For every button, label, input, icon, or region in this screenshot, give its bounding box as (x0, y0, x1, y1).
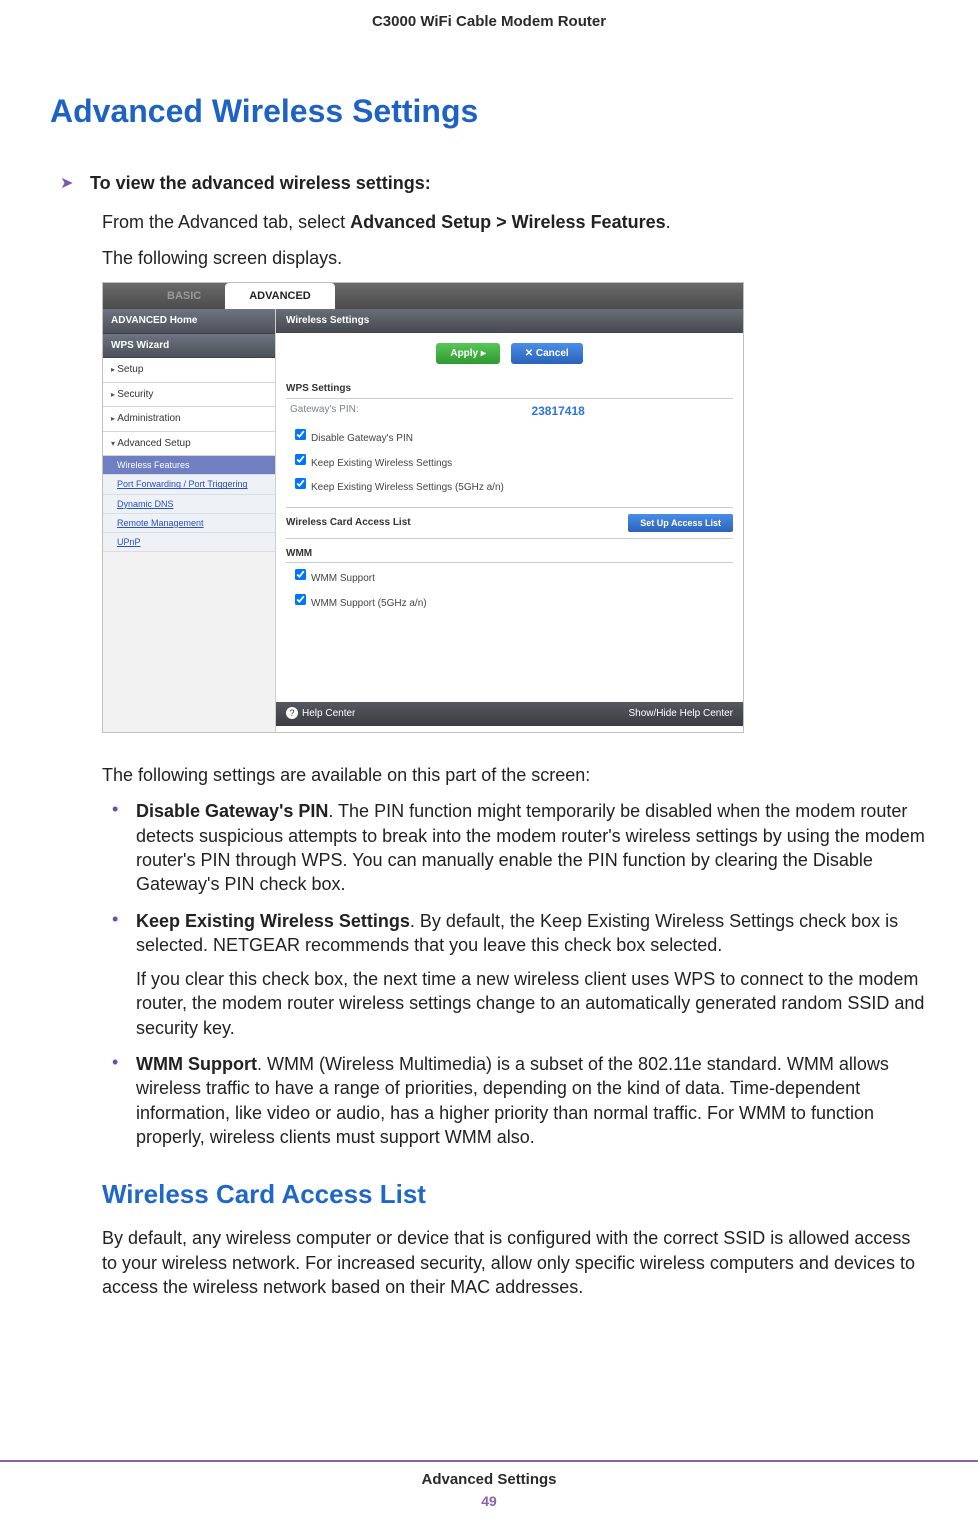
sidebar-sub-upnp[interactable]: UPnP (103, 533, 275, 552)
cancel-button[interactable]: ✕ Cancel (511, 343, 583, 365)
step-prefix: From the Advanced tab, select (102, 212, 350, 232)
sidebar-wps-wizard[interactable]: WPS Wizard (103, 334, 275, 359)
gateway-pin-label: Gateway's PIN: (290, 403, 531, 419)
procedure-step: From the Advanced tab, select Advanced S… (102, 210, 928, 234)
acl-label: Wireless Card Access List (286, 516, 628, 530)
sidebar-item-security[interactable]: Security (103, 383, 275, 408)
procedure-task: To view the advanced wireless settings: (90, 173, 431, 193)
cb-wmm-support[interactable] (295, 569, 306, 580)
footer-section: Advanced Settings (0, 1470, 978, 1490)
sidebar-sub-wireless-features[interactable]: Wireless Features (103, 456, 275, 475)
procedure-result: The following screen displays. (102, 246, 928, 270)
help-center-label[interactable]: Help Center (286, 707, 355, 721)
cb-wmm-support-5g[interactable] (295, 594, 306, 605)
page-footer: Advanced Settings 49 (0, 1460, 978, 1511)
setting-term: WMM Support (136, 1054, 257, 1074)
cb-disable-gateway-pin[interactable] (295, 429, 306, 440)
cb-keep-existing-5g[interactable] (295, 478, 306, 489)
tab-basic[interactable]: BASIC (143, 283, 225, 309)
step-suffix: . (666, 212, 671, 232)
procedure-arrow-icon: ➤ (60, 173, 73, 195)
setting-term: Disable Gateway's PIN (136, 801, 328, 821)
running-header: C3000 WiFi Cable Modem Router (50, 12, 928, 32)
embedded-screenshot: BASIC ADVANCED ADVANCED Home WPS Wizard … (102, 282, 744, 733)
setup-access-list-button[interactable]: Set Up Access List (628, 514, 733, 532)
sidebar-sub-remote-management[interactable]: Remote Management (103, 514, 275, 533)
cb-keep-existing[interactable] (295, 453, 306, 464)
page-title-h1: Advanced Wireless Settings (50, 90, 928, 133)
tab-advanced[interactable]: ADVANCED (225, 283, 335, 309)
wps-settings-header: WPS Settings (286, 380, 733, 399)
sidebar-sub-port-forwarding[interactable]: Port Forwarding / Port Triggering (103, 475, 275, 494)
cb-wmm-support-5g-label: WMM Support (5GHz a/n) (311, 598, 427, 609)
subheading-acl: Wireless Card Access List (102, 1177, 928, 1212)
footer-page-number: 49 (0, 1492, 978, 1511)
step-bold-path: Advanced Setup > Wireless Features (350, 212, 665, 232)
sidebar-item-advanced-setup[interactable]: Advanced Setup (103, 432, 275, 457)
sidebar-item-administration[interactable]: Administration (103, 407, 275, 432)
wmm-header: WMM (286, 545, 733, 564)
setting-wmm-support: WMM Support. WMM (Wireless Multimedia) i… (102, 1052, 928, 1149)
panel-title: Wireless Settings (276, 309, 743, 333)
setting-disable-pin: Disable Gateway's PIN. The PIN function … (102, 799, 928, 896)
cb-keep-existing-label: Keep Existing Wireless Settings (311, 458, 452, 469)
setting-term: Keep Existing Wireless Settings (136, 911, 410, 931)
setting-extra: If you clear this check box, the next ti… (136, 967, 928, 1040)
cb-wmm-support-label: WMM Support (311, 573, 375, 584)
gateway-pin-value: 23817418 (531, 403, 584, 419)
sidebar-sub-dynamic-dns[interactable]: Dynamic DNS (103, 495, 275, 514)
acl-paragraph: By default, any wireless computer or dev… (102, 1226, 928, 1299)
sidebar-item-setup[interactable]: Setup (103, 358, 275, 383)
setting-keep-existing: Keep Existing Wireless Settings. By defa… (102, 909, 928, 1040)
cb-keep-existing-5g-label: Keep Existing Wireless Settings (5GHz a/… (311, 482, 504, 493)
cb-disable-gateway-pin-label: Disable Gateway's PIN (311, 433, 413, 444)
sidebar-advanced-home[interactable]: ADVANCED Home (103, 309, 275, 334)
apply-button[interactable]: Apply ▸ (436, 343, 500, 365)
help-center-toggle[interactable]: Show/Hide Help Center (629, 707, 734, 721)
settings-intro: The following settings are available on … (102, 763, 928, 787)
